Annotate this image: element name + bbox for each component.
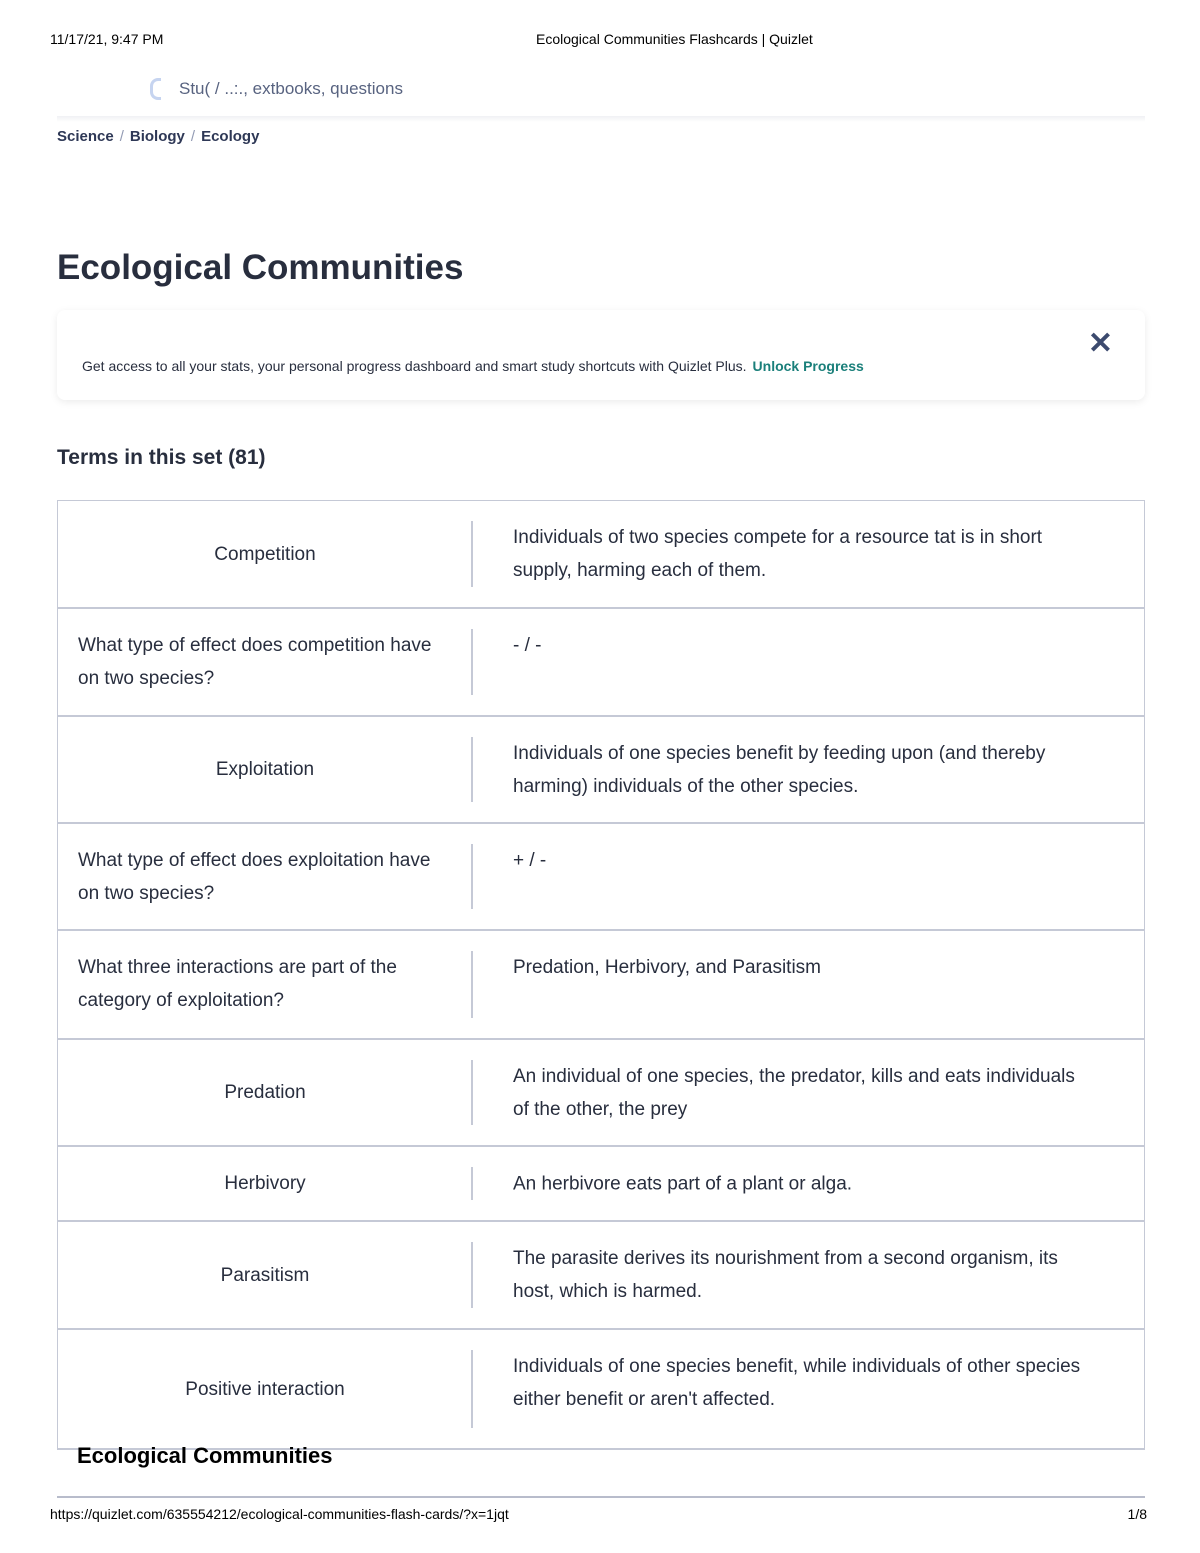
print-title: Ecological Communities Flashcards | Quiz…: [536, 31, 813, 47]
breadcrumb: Science / Biology / Ecology: [57, 128, 260, 145]
card-definition: + / -: [513, 850, 547, 871]
search-icon: [150, 78, 161, 100]
breadcrumb-biology[interactable]: Biology: [130, 128, 185, 145]
table-row: What type of effect does exploitation ha…: [58, 824, 1144, 931]
card-definition: Individuals of one species benefit, whil…: [513, 1356, 1081, 1410]
header-divider: [57, 116, 1145, 122]
table-row: Exploitation Individuals of one species …: [58, 717, 1144, 824]
table-row: Parasitism The parasite derives its nour…: [58, 1222, 1144, 1330]
table-row: Predation An individual of one species, …: [58, 1040, 1144, 1147]
table-row: Herbivory An herbivore eats part of a pl…: [58, 1147, 1144, 1222]
card-definition: An herbivore eats part of a plant or alg…: [513, 1173, 853, 1194]
card-definition: Predation, Herbivory, and Parasitism: [513, 957, 821, 978]
column-divider: [471, 1060, 473, 1125]
banner-text: Get access to all your stats, your perso…: [82, 358, 864, 374]
column-divider: [471, 951, 473, 1018]
table-row: Positive interaction Individuals of one …: [58, 1330, 1144, 1450]
footer-set-title: Ecological Communities: [77, 1443, 333, 1468]
breadcrumb-science[interactable]: Science: [57, 128, 114, 145]
card-term: Predation: [224, 1082, 306, 1103]
table-row: What three interactions are part of the …: [58, 931, 1144, 1040]
card-definition: Individuals of one species benefit by fe…: [513, 743, 1046, 797]
terms-table: Competition Individuals of two species c…: [57, 500, 1145, 1450]
card-term: Positive interaction: [185, 1378, 345, 1400]
card-term: Parasitism: [220, 1264, 310, 1286]
column-divider: [471, 737, 473, 802]
column-divider: [471, 1167, 473, 1200]
print-url: https://quizlet.com/635554212/ecological…: [50, 1506, 509, 1522]
unlock-progress-link[interactable]: Unlock Progress: [753, 358, 864, 374]
column-divider: [471, 1350, 473, 1428]
card-term: Exploitation: [215, 759, 315, 780]
print-datetime: 11/17/21, 9:47 PM: [50, 31, 164, 47]
search-input[interactable]: Stu( / ..:., extbooks, questions: [150, 78, 403, 100]
card-definition: The parasite derives its nourishment fro…: [513, 1248, 1058, 1302]
table-row: What type of effect does competition hav…: [58, 609, 1144, 717]
page-title: Ecological Communities: [57, 248, 464, 287]
card-term: Competition: [214, 543, 316, 565]
page-number: 1/8: [1127, 1506, 1147, 1522]
card-definition: - / -: [513, 635, 542, 656]
banner-message: Get access to all your stats, your perso…: [82, 358, 747, 374]
close-icon[interactable]: ✕: [1088, 326, 1113, 361]
footer-divider: [57, 1496, 1145, 1498]
page: 11/17/21, 9:47 PM Ecological Communities…: [0, 0, 1200, 1553]
card-definition: An individual of one species, the predat…: [513, 1066, 1075, 1120]
card-term: Herbivory: [224, 1173, 306, 1194]
breadcrumb-ecology[interactable]: Ecology: [201, 128, 259, 145]
card-definition: Individuals of two species compete for a…: [513, 527, 1043, 581]
card-term: What three interactions are part of the …: [78, 957, 397, 1011]
card-term: What type of effect does competition hav…: [78, 635, 432, 689]
column-divider: [471, 629, 473, 695]
terms-heading: Terms in this set (81): [57, 446, 266, 469]
column-divider: [471, 1242, 473, 1308]
search-placeholder: Stu( / ..:., extbooks, questions: [179, 79, 403, 98]
column-divider: [471, 844, 473, 909]
card-term: What type of effect does exploitation ha…: [78, 850, 431, 904]
upsell-banner: Get access to all your stats, your perso…: [57, 310, 1145, 400]
table-row: Competition Individuals of two species c…: [58, 501, 1144, 609]
column-divider: [471, 521, 473, 587]
